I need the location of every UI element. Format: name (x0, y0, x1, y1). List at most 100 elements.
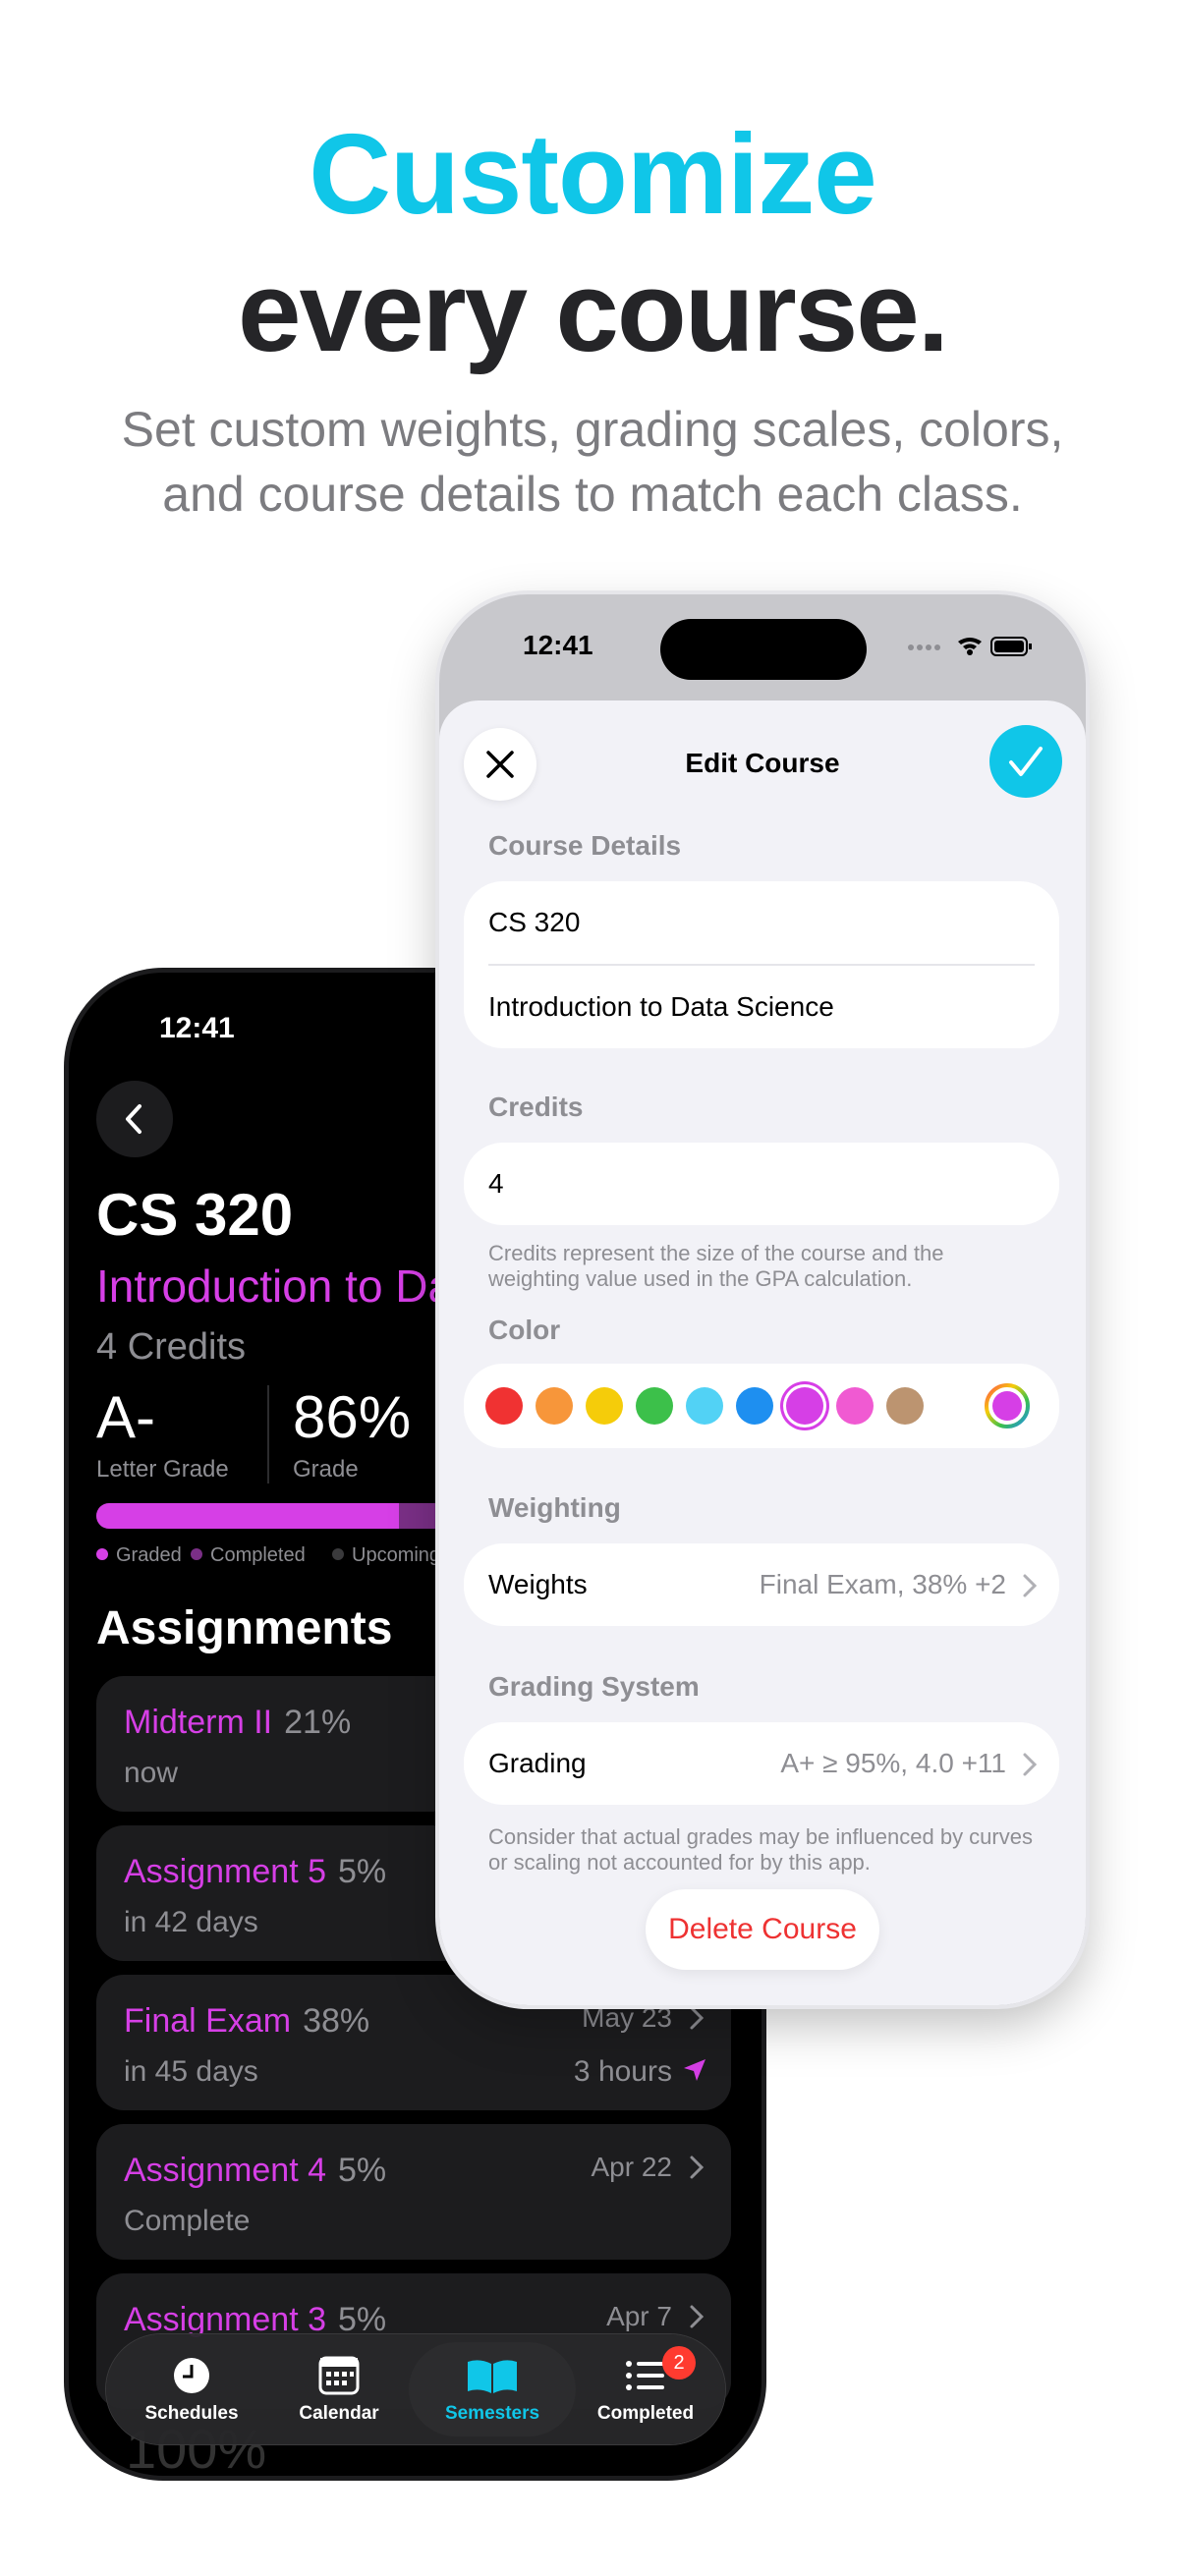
legend-graded: Graded (96, 1544, 182, 1567)
color-swatch[interactable] (536, 1387, 573, 1425)
course-code: CS 320 (96, 1182, 294, 1248)
grading-row-label: Grading (488, 1748, 587, 1778)
grading-row[interactable]: Grading A+ ≥ 95%, 4.0 +11 (464, 1722, 1059, 1805)
grade-percent-label: Grade (293, 1456, 359, 1483)
weights-row[interactable]: Weights Final Exam, 38% +2 (464, 1543, 1059, 1626)
dynamic-island (660, 619, 867, 680)
wifi-icon (958, 638, 982, 655)
tab-label: Completed (596, 2403, 695, 2424)
weights-row-label: Weights (488, 1569, 588, 1599)
color-swatch[interactable] (485, 1387, 523, 1425)
credits-label: Credits (488, 1092, 584, 1122)
status-time: 12:41 (523, 630, 593, 660)
assignment-date: Apr 22 (591, 2152, 673, 2182)
credits-group: 4 (464, 1143, 1059, 1225)
color-swatch[interactable] (836, 1387, 874, 1425)
back-button[interactable] (96, 1081, 173, 1157)
location-arrow-icon (684, 2059, 705, 2081)
legend-completed: Completed (191, 1544, 306, 1567)
course-details-group: CS 320 Introduction to Data Science (464, 881, 1059, 1048)
tab-calendar[interactable]: Calendar (265, 2342, 413, 2436)
course-details-label: Course Details (488, 830, 682, 861)
assignment-weight: 38% (303, 2002, 370, 2040)
assignment-weight: 21% (284, 1704, 352, 1741)
assignment-title: Final Exam (124, 2002, 292, 2040)
credits-field[interactable]: 4 (488, 1168, 504, 1200)
progress-graded-segment (96, 1503, 399, 1529)
assignments-heading: Assignments (96, 1602, 393, 1654)
assignment-weight: 5% (338, 2152, 387, 2189)
chevron-left-icon (126, 1104, 141, 1134)
signal-icon (908, 644, 940, 650)
color-picker-group (464, 1364, 1059, 1448)
credits-note: Credits represent the size of the course… (488, 1241, 944, 1291)
assignment-title: Assignment 4 (124, 2152, 326, 2189)
clock-icon (174, 2358, 209, 2393)
assignment-due: Complete (124, 2205, 251, 2237)
list-icon (626, 2361, 664, 2390)
weights-row-value: Final Exam, 38% +2 (759, 1569, 1006, 1599)
assignment-due: now (124, 1757, 179, 1789)
battery-icon (990, 637, 1032, 656)
tab-label: Calendar (299, 2403, 379, 2424)
checkmark-icon (1009, 747, 1043, 776)
assignment-title: Assignment 3 (124, 2301, 326, 2338)
chevron-right-icon (1023, 1753, 1038, 1776)
course-name-field[interactable]: Introduction to Data Science (488, 991, 834, 1023)
tab-semesters[interactable]: Semesters (409, 2342, 576, 2436)
color-label: Color (488, 1315, 561, 1345)
assignment-date: Apr 7 (606, 2301, 672, 2331)
edit-course-phone: 12:41 Edit Course Course Details CS 320 … (439, 594, 1086, 2005)
color-swatch[interactable] (636, 1387, 673, 1425)
chevron-right-icon (690, 2006, 705, 2030)
done-button[interactable] (989, 725, 1062, 798)
field-divider (488, 964, 1035, 966)
assignment-weight: 5% (338, 2301, 387, 2338)
weighting-label: Weighting (488, 1492, 621, 1523)
book-icon (468, 2360, 517, 2393)
course-credits: 4 Credits (96, 1326, 247, 1368)
custom-color-wheel-icon[interactable] (985, 1383, 1030, 1428)
headline-line-2: every course. (237, 248, 949, 375)
assignment-title: Assignment 5 (124, 1853, 326, 1890)
tab-completed[interactable]: 2 Completed (572, 2342, 719, 2436)
tab-bar: Schedules Calendar Semesters 2 Completed (106, 2334, 725, 2444)
legend-upcoming: Upcoming (332, 1544, 440, 1567)
color-swatch[interactable] (886, 1387, 924, 1425)
tab-schedules[interactable]: Schedules (118, 2342, 265, 2436)
tab-label: Semesters (444, 2403, 540, 2424)
letter-grade-label: Letter Grade (96, 1456, 229, 1483)
grade-percent-value: 86% (293, 1384, 412, 1450)
assignment-title: Midterm II (124, 1704, 273, 1741)
assignment-due: in 42 days (124, 1906, 258, 1938)
color-swatch[interactable] (786, 1387, 823, 1425)
chevron-right-icon (1023, 1574, 1038, 1597)
subtitle-line-1: Set custom weights, grading scales, colo… (121, 402, 1064, 457)
assignment-duration: 3 hours (573, 2055, 672, 2088)
color-swatch[interactable] (586, 1387, 623, 1425)
chevron-right-icon (690, 2305, 705, 2328)
chevron-right-icon (690, 2156, 705, 2179)
color-swatch[interactable] (686, 1387, 723, 1425)
status-time: 12:41 (159, 1012, 235, 1044)
headline-line-1: Customize (309, 110, 877, 238)
subtitle-line-2: and course details to match each class. (162, 467, 1023, 522)
edit-course-sheet: Edit Course Course Details CS 320 Introd… (439, 700, 1086, 2005)
calendar-icon (318, 2356, 360, 2395)
letter-grade-value: A- (96, 1384, 155, 1450)
course-code-field[interactable]: CS 320 (488, 907, 580, 938)
assignment-card[interactable]: Assignment 4 5% Complete Apr 22 (96, 2124, 731, 2260)
stat-divider (267, 1385, 269, 1484)
grading-note: Consider that actual grades may be influ… (488, 1824, 1033, 1875)
grading-system-label: Grading System (488, 1671, 700, 1702)
assignment-due: in 45 days (124, 2055, 258, 2088)
tab-label: Schedules (144, 2403, 239, 2424)
color-swatch[interactable] (736, 1387, 773, 1425)
completed-badge: 2 (662, 2346, 696, 2380)
grading-row-value: A+ ≥ 95%, 4.0 +11 (780, 1748, 1006, 1778)
status-icons (908, 637, 1032, 656)
delete-course-button[interactable]: Delete Course (646, 1889, 879, 1970)
progress-completed-segment (399, 1503, 440, 1529)
assignment-weight: 5% (338, 1853, 387, 1890)
assignment-date: May 23 (582, 2002, 672, 2033)
